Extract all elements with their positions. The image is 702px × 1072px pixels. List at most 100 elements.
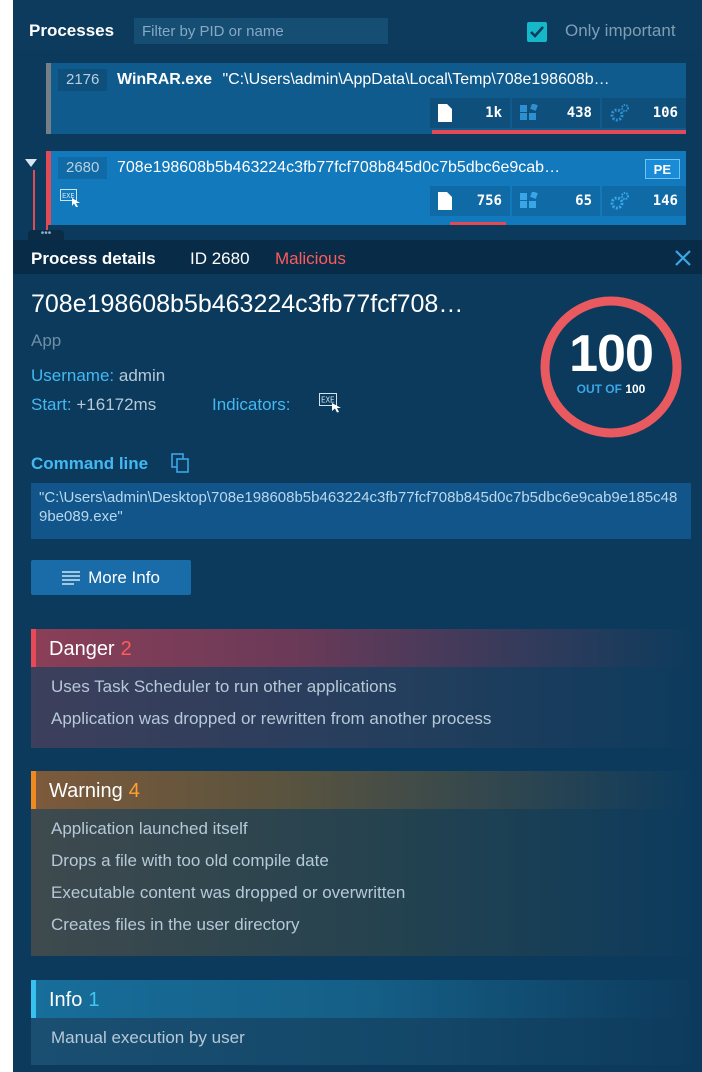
registry-stat[interactable]: 438 bbox=[512, 98, 600, 128]
exe-icon: EXE bbox=[60, 189, 82, 212]
process-stats: 1k 438 106 bbox=[428, 98, 686, 128]
process-row[interactable]: 2176 WinRAR.exe "C:\Users\admin\AppData\… bbox=[46, 63, 686, 134]
registry-icon bbox=[520, 192, 538, 208]
command-line-label: Command line bbox=[31, 454, 149, 473]
list-item[interactable]: Drops a file with too old compile date bbox=[51, 851, 329, 871]
score-value: 100 bbox=[569, 325, 654, 383]
warning-title: Warning bbox=[49, 780, 123, 802]
exe-icon[interactable]: EXE bbox=[319, 393, 343, 418]
process-exe: WinRAR.exe bbox=[117, 71, 212, 88]
registry-icon bbox=[520, 104, 538, 120]
process-row-selected[interactable]: 2680 708e198608b5b463224c3fb77fcf708b845… bbox=[46, 151, 686, 225]
info-section: Info 1 Manual execution by user bbox=[31, 980, 691, 1065]
process-name: WinRAR.exe "C:\Users\admin\AppData\Local… bbox=[117, 71, 677, 89]
info-label: Info 1 bbox=[49, 989, 99, 1012]
registry-count: 438 bbox=[566, 105, 592, 121]
command-line-box[interactable]: "C:\Users\admin\Desktop\708e198608b5b463… bbox=[31, 483, 691, 539]
threat-underline bbox=[450, 222, 506, 225]
only-important-checkbox[interactable] bbox=[527, 22, 547, 42]
warning-label: Warning 4 bbox=[49, 780, 140, 803]
warning-count: 4 bbox=[128, 780, 140, 802]
file-icon bbox=[438, 192, 452, 210]
danger-label: Danger 2 bbox=[49, 638, 132, 661]
info-count: 1 bbox=[88, 989, 100, 1011]
info-list: Manual execution by user bbox=[31, 1018, 691, 1065]
list-item[interactable]: Uses Task Scheduler to run other applica… bbox=[51, 677, 397, 697]
menu-lines-icon bbox=[62, 570, 81, 585]
details-title: Process details bbox=[31, 249, 156, 268]
info-header[interactable]: Info 1 bbox=[31, 980, 691, 1018]
modules-count: 146 bbox=[652, 193, 678, 209]
danger-title: Danger bbox=[49, 638, 115, 660]
registry-stat[interactable]: 65 bbox=[512, 186, 600, 216]
indicators-field: Indicators: bbox=[212, 395, 290, 415]
processes-title: Processes bbox=[29, 21, 115, 40]
only-important-label[interactable]: Only important bbox=[565, 21, 676, 41]
row-status-bar bbox=[46, 63, 51, 134]
list-item[interactable]: Manual execution by user bbox=[51, 1028, 245, 1048]
danger-header[interactable]: Danger 2 bbox=[31, 629, 691, 667]
check-icon bbox=[530, 26, 544, 38]
warning-section: Warning 4 Application launched itself Dro… bbox=[31, 771, 691, 956]
process-type: App bbox=[31, 331, 62, 350]
process-pid: 2176 bbox=[58, 69, 108, 91]
files-count: 1k bbox=[485, 105, 502, 121]
files-stat[interactable]: 756 bbox=[430, 186, 510, 216]
process-command: "C:\Users\admin\AppData\Local\Temp\708e1… bbox=[222, 71, 610, 88]
copy-icon[interactable] bbox=[171, 453, 189, 473]
gears-icon bbox=[610, 104, 629, 122]
details-header: Process details ID 2680 Malicious bbox=[13, 240, 702, 274]
svg-text:EXE: EXE bbox=[321, 396, 335, 405]
modules-count: 106 bbox=[652, 105, 678, 121]
status-badge: Malicious bbox=[275, 249, 346, 268]
danger-bar bbox=[31, 629, 36, 667]
warning-list: Application launched itself Drops a file… bbox=[31, 809, 691, 956]
threat-underline bbox=[432, 130, 686, 134]
warning-header[interactable]: Warning 4 bbox=[31, 771, 691, 809]
indicators-label: Indicators: bbox=[212, 395, 291, 414]
filter-input[interactable] bbox=[134, 18, 388, 44]
danger-list: Uses Task Scheduler to run other applica… bbox=[31, 667, 691, 748]
list-item[interactable]: Application launched itself bbox=[51, 819, 248, 839]
threat-score: 100 OUT OF 100 bbox=[538, 294, 684, 440]
info-bar bbox=[31, 980, 36, 1018]
list-item[interactable]: Creates files in the user directory bbox=[51, 915, 300, 935]
gears-icon bbox=[610, 192, 629, 210]
process-full-name: 708e198608b5b463224c3fb77fcf708… bbox=[31, 290, 464, 318]
username-value: admin bbox=[118, 366, 166, 385]
score-out-of: OUT OF 100 bbox=[538, 382, 684, 396]
details-id: ID 2680 bbox=[190, 249, 250, 268]
username-label: Username: bbox=[31, 366, 115, 385]
warning-bar bbox=[31, 771, 36, 809]
list-item[interactable]: Executable content was dropped or overwr… bbox=[51, 883, 405, 903]
file-icon bbox=[438, 104, 452, 122]
score-max: 100 bbox=[625, 382, 646, 396]
process-panel: Processes Only important 2176 WinRAR.exe… bbox=[13, 0, 702, 1072]
danger-count: 2 bbox=[120, 638, 132, 660]
collapse-arrow-icon[interactable] bbox=[25, 159, 37, 167]
files-count: 756 bbox=[476, 193, 502, 209]
danger-section: Danger 2 Uses Task Scheduler to run other… bbox=[31, 629, 691, 748]
username-field: Username: admin bbox=[31, 366, 165, 386]
process-stats: 756 65 146 bbox=[428, 186, 686, 216]
more-info-button[interactable]: More Info bbox=[31, 560, 191, 595]
resize-handle[interactable]: ••• bbox=[28, 229, 64, 240]
process-name: 708e198608b5b463224c3fb77fcf708b845d0c7b… bbox=[117, 159, 561, 176]
processes-header: Processes Only important bbox=[13, 0, 702, 50]
score-out-of-label: OUT OF bbox=[576, 382, 622, 396]
modules-stat[interactable]: 106 bbox=[602, 98, 686, 128]
tree-connector bbox=[33, 170, 35, 238]
row-status-bar bbox=[46, 151, 51, 225]
list-item[interactable]: Application was dropped or rewritten fro… bbox=[51, 709, 491, 729]
more-info-label: More Info bbox=[88, 567, 160, 587]
close-icon[interactable] bbox=[673, 248, 693, 268]
start-value: +16172ms bbox=[76, 395, 157, 414]
registry-count: 65 bbox=[575, 193, 592, 209]
start-field: Start: +16172ms bbox=[31, 395, 156, 415]
info-title: Info bbox=[49, 989, 83, 1011]
pe-badge: PE bbox=[644, 159, 680, 179]
start-label: Start: bbox=[31, 395, 72, 414]
files-stat[interactable]: 1k bbox=[430, 98, 510, 128]
modules-stat[interactable]: 146 bbox=[602, 186, 686, 216]
process-pid: 2680 bbox=[58, 157, 108, 179]
